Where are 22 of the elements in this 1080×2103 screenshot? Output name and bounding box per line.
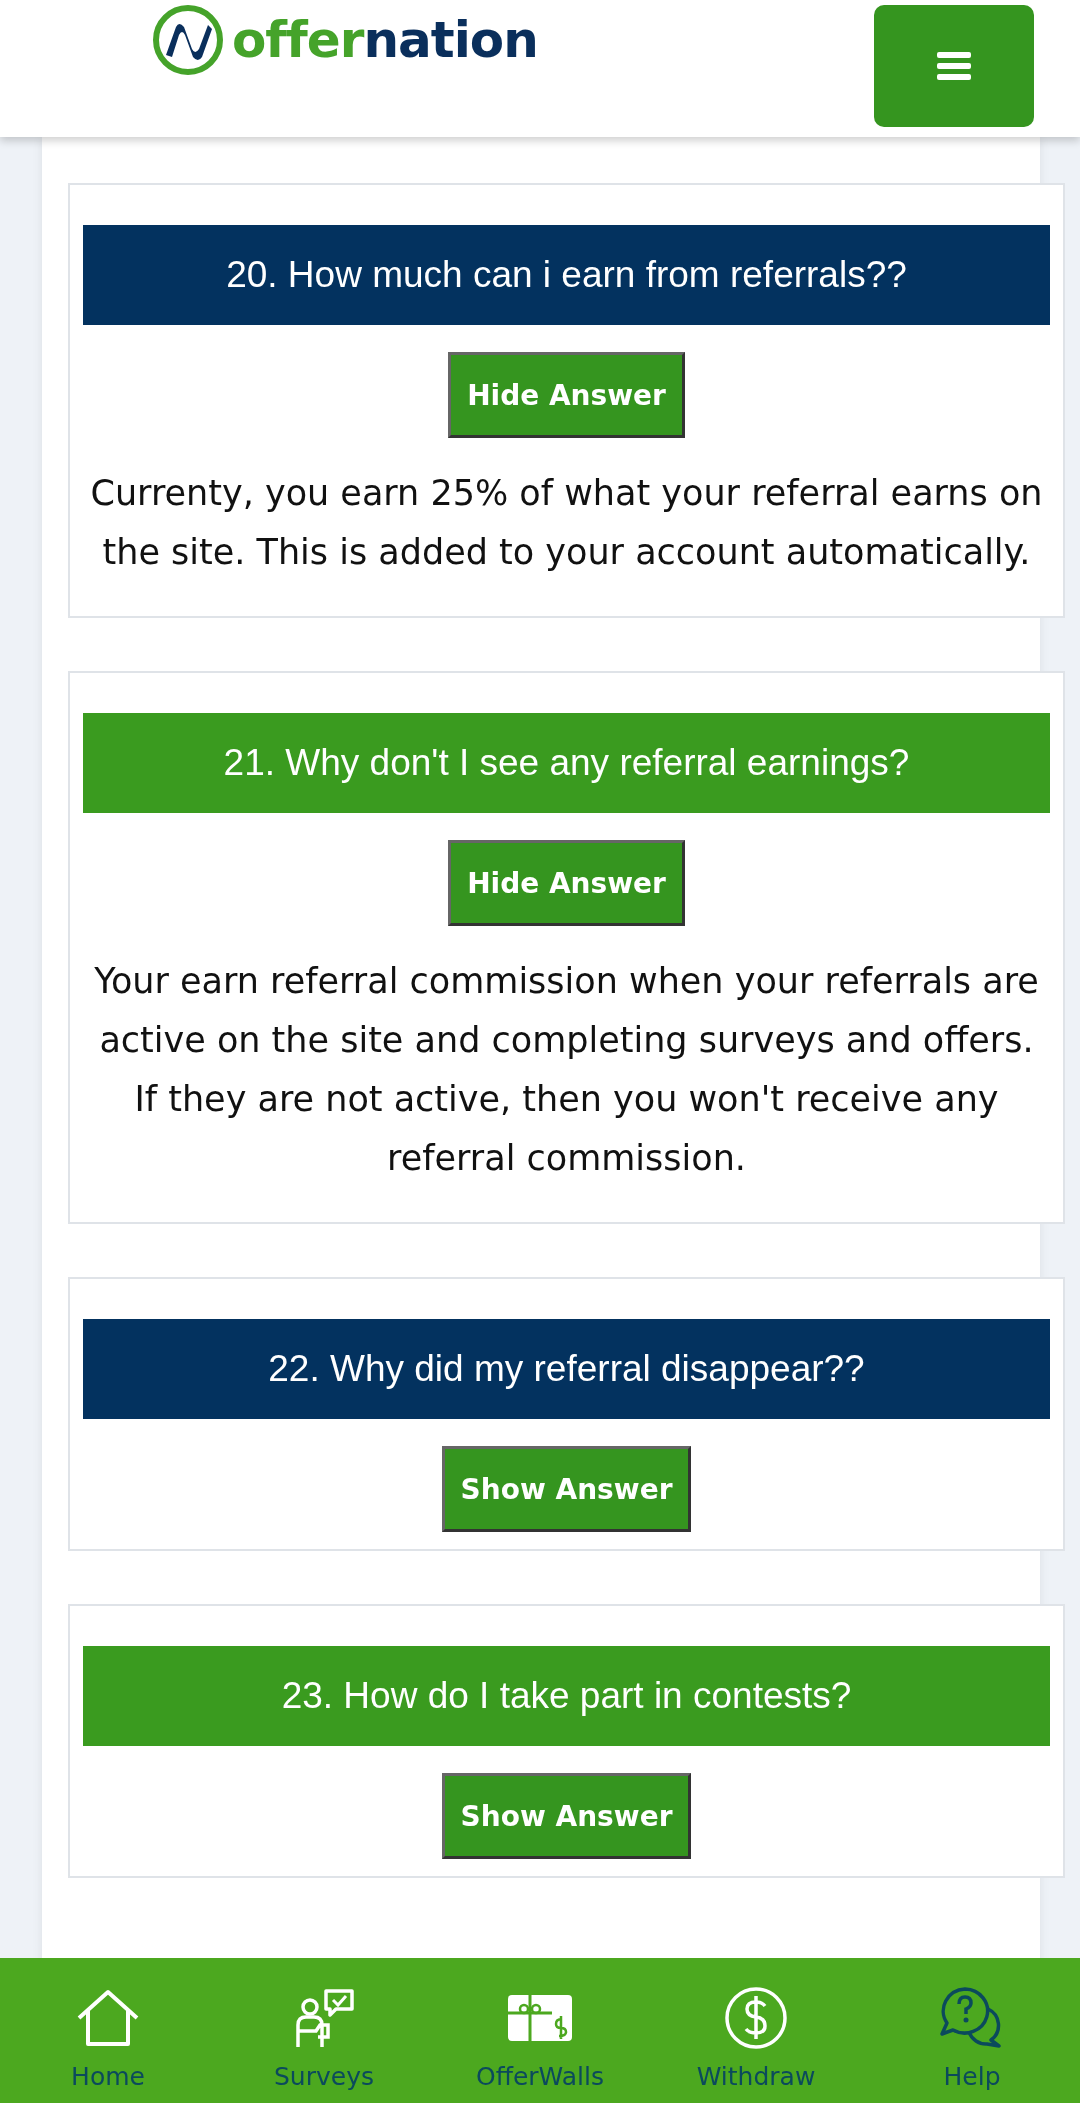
nav-tab[interactable]: Help	[864, 1958, 1080, 2103]
gift-card-icon	[508, 1995, 572, 2041]
answer-text: Currenty, you earn 25% of what your referral earns on the site. This is added to your account automatically.	[89, 472, 1044, 574]
nav-tab[interactable]: Home	[0, 1958, 216, 2103]
question-bar: 20. How much can i earn from referrals??	[83, 225, 1050, 325]
toggle-answer-button[interactable]: Hide Answer	[448, 352, 685, 438]
nav-tab[interactable]: Withdraw	[648, 1958, 864, 2103]
menu-button[interactable]	[874, 5, 1034, 127]
home-icon	[75, 1988, 141, 2048]
question-bar: 23. How do I take part in contests?	[83, 1646, 1050, 1746]
toggle-answer-button[interactable]: Show Answer	[441, 1773, 692, 1859]
question-bar: 22. Why did my referral disappear??	[83, 1319, 1050, 1419]
toggle-answer-button[interactable]: Hide Answer	[448, 840, 685, 926]
toggle-answer-button[interactable]: Show Answer	[441, 1446, 692, 1532]
logo-text[interactable]: offernation	[232, 11, 538, 69]
logo-icon	[152, 5, 224, 75]
question-bar: 21. Why don't I see any referral earnings?	[83, 713, 1050, 813]
dollar-coin-icon	[724, 1986, 788, 2050]
nav-tab[interactable]: OfferWalls	[432, 1958, 648, 2103]
answer-text: Your earn referral commission when your referrals are active on the site and completing surveys and offers. If they are not active, then you won't receive any referral commission.	[93, 960, 1040, 1180]
nav-tab[interactable]: Surveys	[216, 1958, 432, 2103]
menu-icon	[937, 52, 971, 80]
